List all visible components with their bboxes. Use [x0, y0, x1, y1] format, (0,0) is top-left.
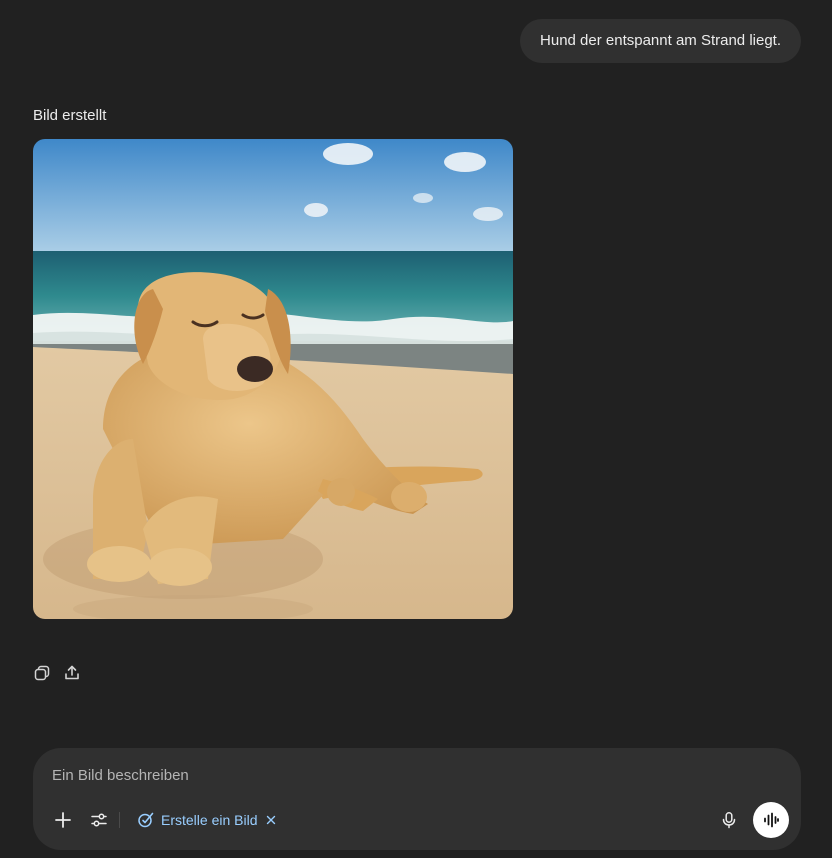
sliders-icon	[91, 813, 107, 827]
copy-icon	[34, 665, 50, 681]
copy-button[interactable]	[31, 662, 53, 684]
voice-waveform-icon	[764, 812, 779, 828]
microphone-icon	[722, 812, 736, 829]
message-actions	[31, 662, 83, 684]
user-message-text: Hund der entspannt am Strand liegt.	[540, 32, 781, 49]
chat-page: Hund der entspannt am Strand liegt. Bild…	[0, 0, 832, 858]
add-attachment-button[interactable]	[48, 805, 78, 835]
share-icon	[65, 665, 79, 680]
user-message-bubble: Hund der entspannt am Strand liegt.	[520, 19, 801, 63]
generated-image[interactable]	[33, 139, 513, 619]
dictate-button[interactable]	[714, 805, 744, 835]
generated-image-graphic	[33, 139, 513, 619]
toolbar-divider	[119, 812, 120, 828]
remove-tool-button[interactable]	[266, 815, 276, 825]
close-icon	[266, 815, 275, 825]
plus-icon	[55, 812, 71, 828]
tool-chip-label: Erstelle ein Bild	[161, 812, 258, 828]
tools-button[interactable]	[84, 805, 114, 835]
image-brush-icon	[138, 812, 154, 828]
share-button[interactable]	[61, 662, 83, 684]
message-composer: Erstelle ein Bild	[33, 748, 801, 850]
prompt-input[interactable]	[52, 764, 752, 786]
voice-mode-button[interactable]	[753, 802, 789, 838]
image-status-label: Bild erstellt	[33, 107, 107, 124]
create-image-tool-chip[interactable]: Erstelle ein Bild	[131, 806, 282, 834]
